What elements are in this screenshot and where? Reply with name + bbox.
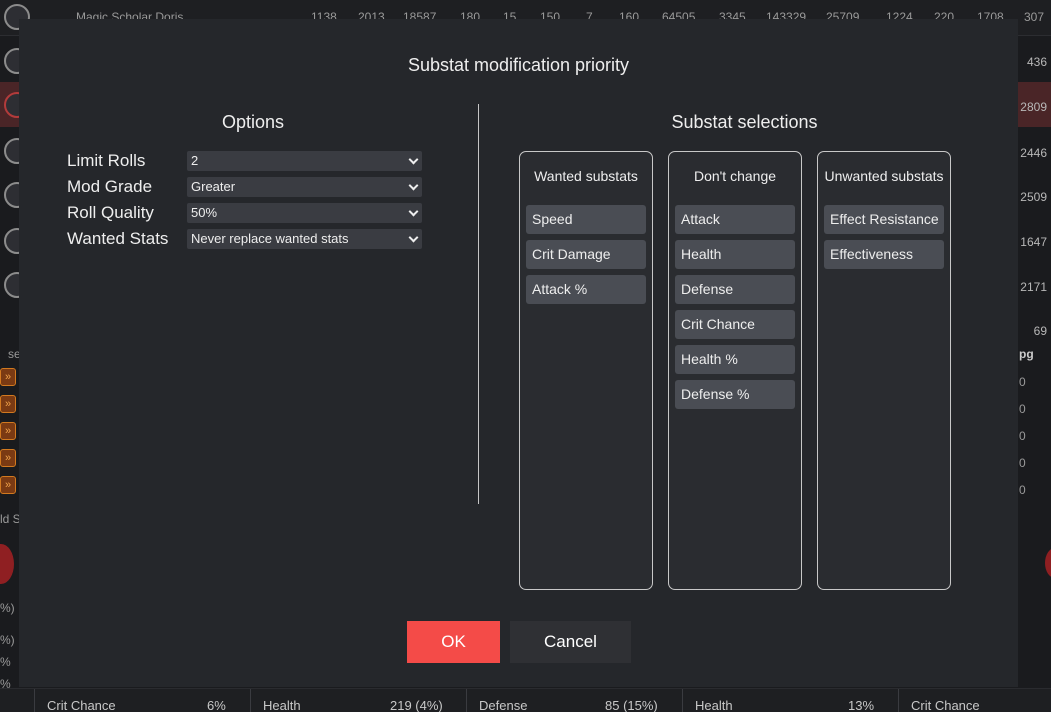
side-fragment: pg (1019, 347, 1034, 361)
select-value: 50% (191, 205, 218, 220)
chevron-down-icon (408, 232, 419, 243)
section-divider (478, 104, 479, 504)
column-title: Wanted substats (534, 168, 638, 184)
ok-button[interactable]: OK (407, 621, 500, 663)
side-fragment: %) (0, 633, 15, 647)
chevron-down-icon (408, 180, 419, 191)
zero-value: 0 (1019, 483, 1026, 497)
stat-label: Health (695, 698, 733, 712)
column-title: Don't change (693, 168, 777, 184)
set-tag-icon: » (0, 449, 16, 467)
option-label: Wanted Stats (67, 229, 169, 248)
substat-chip-effectiveness[interactable]: Effectiveness (824, 240, 944, 269)
wanted-substats-column[interactable]: Wanted substats Speed Crit Damage Attack… (519, 151, 653, 590)
set-tag-icon: » (0, 422, 16, 440)
stat-label: Health (263, 698, 301, 712)
stat-value: 307 (1024, 10, 1045, 24)
roll-quality-select[interactable]: 50% (187, 203, 422, 223)
zero-value: 0 (1019, 429, 1026, 443)
stat-value: 85 (15%) (605, 698, 658, 712)
stat-label: Crit Chance (911, 698, 980, 712)
substat-chip-defense-percent[interactable]: Defense % (675, 380, 795, 409)
column-title: Unwanted substats (824, 168, 944, 184)
chevron-down-icon (408, 206, 419, 217)
substat-chip-health-percent[interactable]: Health % (675, 345, 795, 374)
limit-rolls-select[interactable]: 2 (187, 151, 422, 171)
hero-portrait (0, 544, 14, 584)
stat-label: Crit Chance (47, 698, 116, 712)
hero-score: 1647 (1020, 235, 1047, 249)
zero-value: 0 (1019, 402, 1026, 416)
hero-score: 69 (1033, 324, 1047, 338)
hero-portrait (1045, 548, 1051, 578)
selections-title: Substat selections (671, 112, 818, 132)
substat-chip-defense[interactable]: Defense (675, 275, 795, 304)
stat-value: 6% (207, 698, 226, 712)
limit-rolls-row: Limit Rolls 2 (67, 151, 427, 171)
option-label: Roll Quality (67, 203, 154, 222)
set-tag-column: » » » » » (0, 368, 18, 503)
hero-score: 2171 (1020, 280, 1047, 294)
set-tag-icon: » (0, 395, 16, 413)
substat-chip-attack-percent[interactable]: Attack % (526, 275, 646, 304)
side-fragment: % (0, 655, 11, 669)
set-tag-icon: » (0, 368, 16, 386)
option-label: Mod Grade (67, 177, 153, 196)
wanted-stats-row: Wanted Stats Never replace wanted stats (67, 229, 427, 249)
dont-change-column[interactable]: Don't change Attack Health Defense Crit … (668, 151, 802, 590)
cancel-button[interactable]: Cancel (510, 621, 631, 663)
select-value: 2 (191, 153, 199, 168)
set-tag-icon: » (0, 476, 16, 494)
select-value: Greater (191, 179, 236, 194)
chevron-down-icon (408, 154, 419, 165)
select-value: Never replace wanted stats (191, 231, 349, 246)
mod-grade-row: Mod Grade Greater (67, 177, 427, 197)
substat-modification-dialog: Substat modification priority Options Li… (19, 19, 1018, 687)
zero-value: 0 (1019, 456, 1026, 470)
wanted-stats-select[interactable]: Never replace wanted stats (187, 229, 422, 249)
substat-chip-crit-chance[interactable]: Crit Chance (675, 310, 795, 339)
substat-chip-attack[interactable]: Attack (675, 205, 795, 234)
substat-chip-health[interactable]: Health (675, 240, 795, 269)
side-fragment: ld S (0, 512, 21, 526)
substat-chip-crit-damage[interactable]: Crit Damage (526, 240, 646, 269)
hero-score: 436 (1026, 55, 1047, 69)
stat-value: 219 (4%) (390, 698, 443, 712)
unwanted-substats-column[interactable]: Unwanted substats Effect Resistance Effe… (817, 151, 951, 590)
mod-grade-select[interactable]: Greater (187, 177, 422, 197)
roll-quality-row: Roll Quality 50% (67, 203, 427, 223)
stat-value: 13% (848, 698, 875, 712)
hero-score: 2509 (1020, 190, 1047, 204)
stat-label: Defense (479, 698, 528, 712)
dialog-title: Substat modification priority (407, 55, 630, 75)
hero-score: 2809 (1020, 100, 1047, 114)
option-label: Limit Rolls (67, 151, 146, 170)
substat-chip-effect-resistance[interactable]: Effect Resistance (824, 205, 944, 234)
hero-score: 2446 (1020, 146, 1047, 160)
stat-summary-bar: Crit Chance 6% Health 219 (4%) Defense 8… (0, 688, 1051, 712)
side-fragment: %) (0, 601, 15, 615)
zero-value: 0 (1019, 375, 1026, 389)
options-title: Options (221, 112, 285, 132)
substat-chip-speed[interactable]: Speed (526, 205, 646, 234)
